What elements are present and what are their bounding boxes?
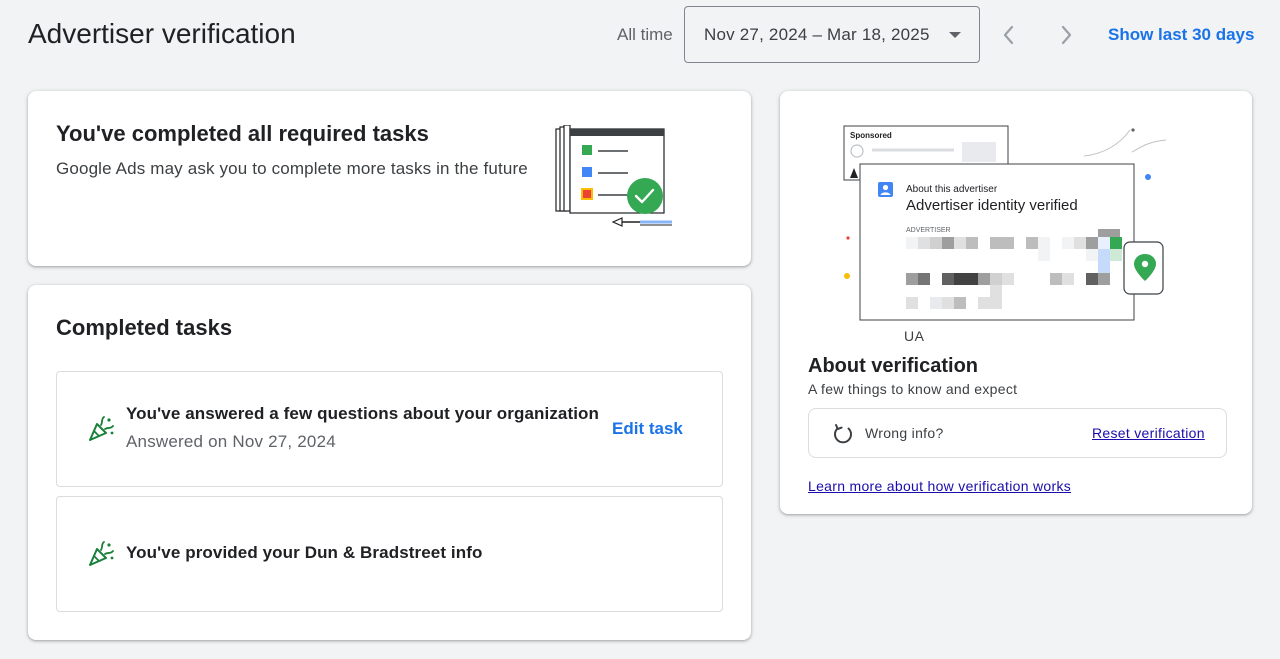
edit-task-button[interactable]: Edit task: [612, 417, 683, 441]
status-subtitle: Google Ads may ask you to complete more …: [56, 159, 528, 178]
date-range-value: Nov 27, 2024 – Mar 18, 2025: [704, 25, 930, 44]
range-label: All time: [617, 25, 673, 44]
wrong-info-panel: Wrong info? Reset verification: [808, 408, 1227, 458]
chevron-left-icon: [1003, 25, 1014, 45]
chevron-right-icon: [1061, 25, 1072, 45]
advertiser-field-label: ADVERTISER: [906, 227, 951, 234]
refresh-icon: [834, 424, 852, 444]
about-advertiser-label: About this advertiser: [906, 184, 998, 195]
next-range-button[interactable]: [1053, 22, 1079, 48]
celebration-icon: [89, 541, 114, 566]
sponsored-label: Sponsored: [850, 131, 892, 140]
region-code: UA: [904, 328, 925, 344]
status-card: You've completed all required tasks Goog…: [28, 91, 751, 266]
show-last-30-days-link[interactable]: Show last 30 days: [1108, 23, 1254, 47]
completed-tasks-title: Completed tasks: [56, 315, 233, 340]
date-range-select[interactable]: Nov 27, 2024 – Mar 18, 2025: [684, 6, 980, 63]
identity-verified-label: Advertiser identity verified: [906, 197, 1078, 214]
checklist-illustration: [555, 125, 672, 227]
celebration-icon: [89, 416, 114, 441]
learn-more-link[interactable]: Learn more about how verification works: [808, 477, 1071, 495]
about-verification-subtitle: A few things to know and expect: [808, 381, 1018, 397]
about-verification-title: About verification: [808, 355, 979, 377]
wrong-info-label: Wrong info?: [865, 425, 944, 441]
page-title: Advertiser verification: [28, 18, 296, 49]
about-verification-card: Sponsored About this advertiser Advertis…: [780, 91, 1252, 514]
reset-verification-link[interactable]: Reset verification: [1092, 424, 1205, 442]
status-title: You've completed all required tasks: [56, 121, 429, 146]
advertiser-info-illustration: Sponsored About this advertiser Advertis…: [843, 125, 1167, 321]
task-answered-date: Answered on Nov 27, 2024: [126, 432, 336, 451]
task-title: You've provided your Dun & Bradstreet in…: [126, 543, 483, 562]
task-item-dun-bradstreet: You've provided your Dun & Bradstreet in…: [56, 496, 723, 612]
completed-tasks-card: Completed tasks You've answered a few qu…: [28, 285, 751, 640]
task-item-organization-questions: You've answered a few questions about yo…: [56, 371, 723, 487]
task-title: You've answered a few questions about yo…: [126, 404, 600, 423]
caret-down-icon: [949, 32, 961, 38]
previous-range-button[interactable]: [996, 22, 1022, 48]
